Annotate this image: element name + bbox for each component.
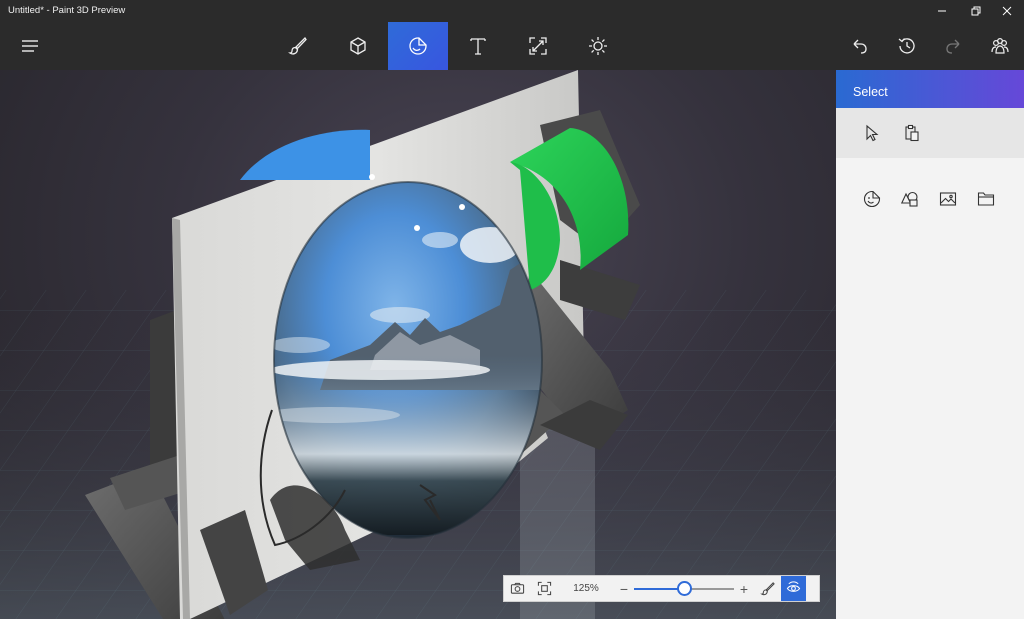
effects-icon [589,37,607,55]
screenshot-button[interactable] [504,576,531,601]
text-icon [470,38,486,55]
panel-header: Select [836,70,1024,108]
zoom-in-button[interactable]: + [734,581,754,597]
fit-to-screen-button[interactable] [531,576,558,601]
sticker-type-stickers[interactable] [859,186,885,212]
sticker-icon [409,37,427,55]
cube-icon [350,37,366,55]
select-cursor-icon [866,124,879,142]
undo-icon [853,39,867,54]
menu-icon [22,40,38,52]
tool-effects[interactable] [568,22,628,70]
community-icon [991,37,1009,54]
eye-rotate-icon [786,581,801,592]
side-panel: Select [836,70,1024,619]
sticker-type-textures[interactable] [935,186,961,212]
image-texture-icon [939,192,957,206]
3d-scene [0,70,836,619]
tool-canvas[interactable] [508,22,568,70]
minimize-button[interactable] [925,0,959,22]
tool-art-tools[interactable] [268,22,328,70]
zoom-percentage: 125% [573,583,599,594]
brush-icon [288,36,307,55]
camera-icon [510,582,525,594]
menu-button[interactable] [0,22,60,70]
3d-view-button[interactable] [781,576,806,601]
fit-screen-icon [537,581,552,596]
canvas-icon [529,37,547,55]
sticker-type-custom[interactable] [973,186,999,212]
tool-text[interactable] [448,22,508,70]
restore-button[interactable] [959,0,993,22]
paste-icon [905,124,919,142]
close-button[interactable] [990,0,1024,22]
select-tools-row [836,108,1024,158]
brush-icon [760,582,775,596]
restore-icon [971,6,981,16]
tool-3d-objects[interactable] [328,22,388,70]
brush-view-button[interactable] [754,576,781,601]
select-button[interactable] [859,120,885,146]
community-button[interactable] [970,22,1024,70]
3d-canvas[interactable] [0,70,836,619]
main-toolbar [0,22,1024,70]
title-bar: Untitled* - Paint 3D Preview [0,0,1024,22]
paste-button[interactable] [899,120,925,146]
folder-icon [977,192,995,206]
minimize-icon [938,10,946,12]
tool-stickers[interactable] [388,22,448,70]
zoom-out-button[interactable]: − [614,581,634,597]
panel-title: Select [853,85,888,99]
zoom-slider[interactable] [634,576,734,601]
zoom-bar: 125% − + [503,575,820,602]
redo-icon [946,39,960,54]
close-icon [1002,6,1012,16]
window-title: Untitled* - Paint 3D Preview [8,5,126,16]
shapes-icon [901,191,918,207]
sticker-type-shapes[interactable] [897,186,923,212]
zoom-slider-thumb[interactable] [676,581,692,596]
history-icon [898,38,915,54]
sticker-face-icon [863,190,881,208]
